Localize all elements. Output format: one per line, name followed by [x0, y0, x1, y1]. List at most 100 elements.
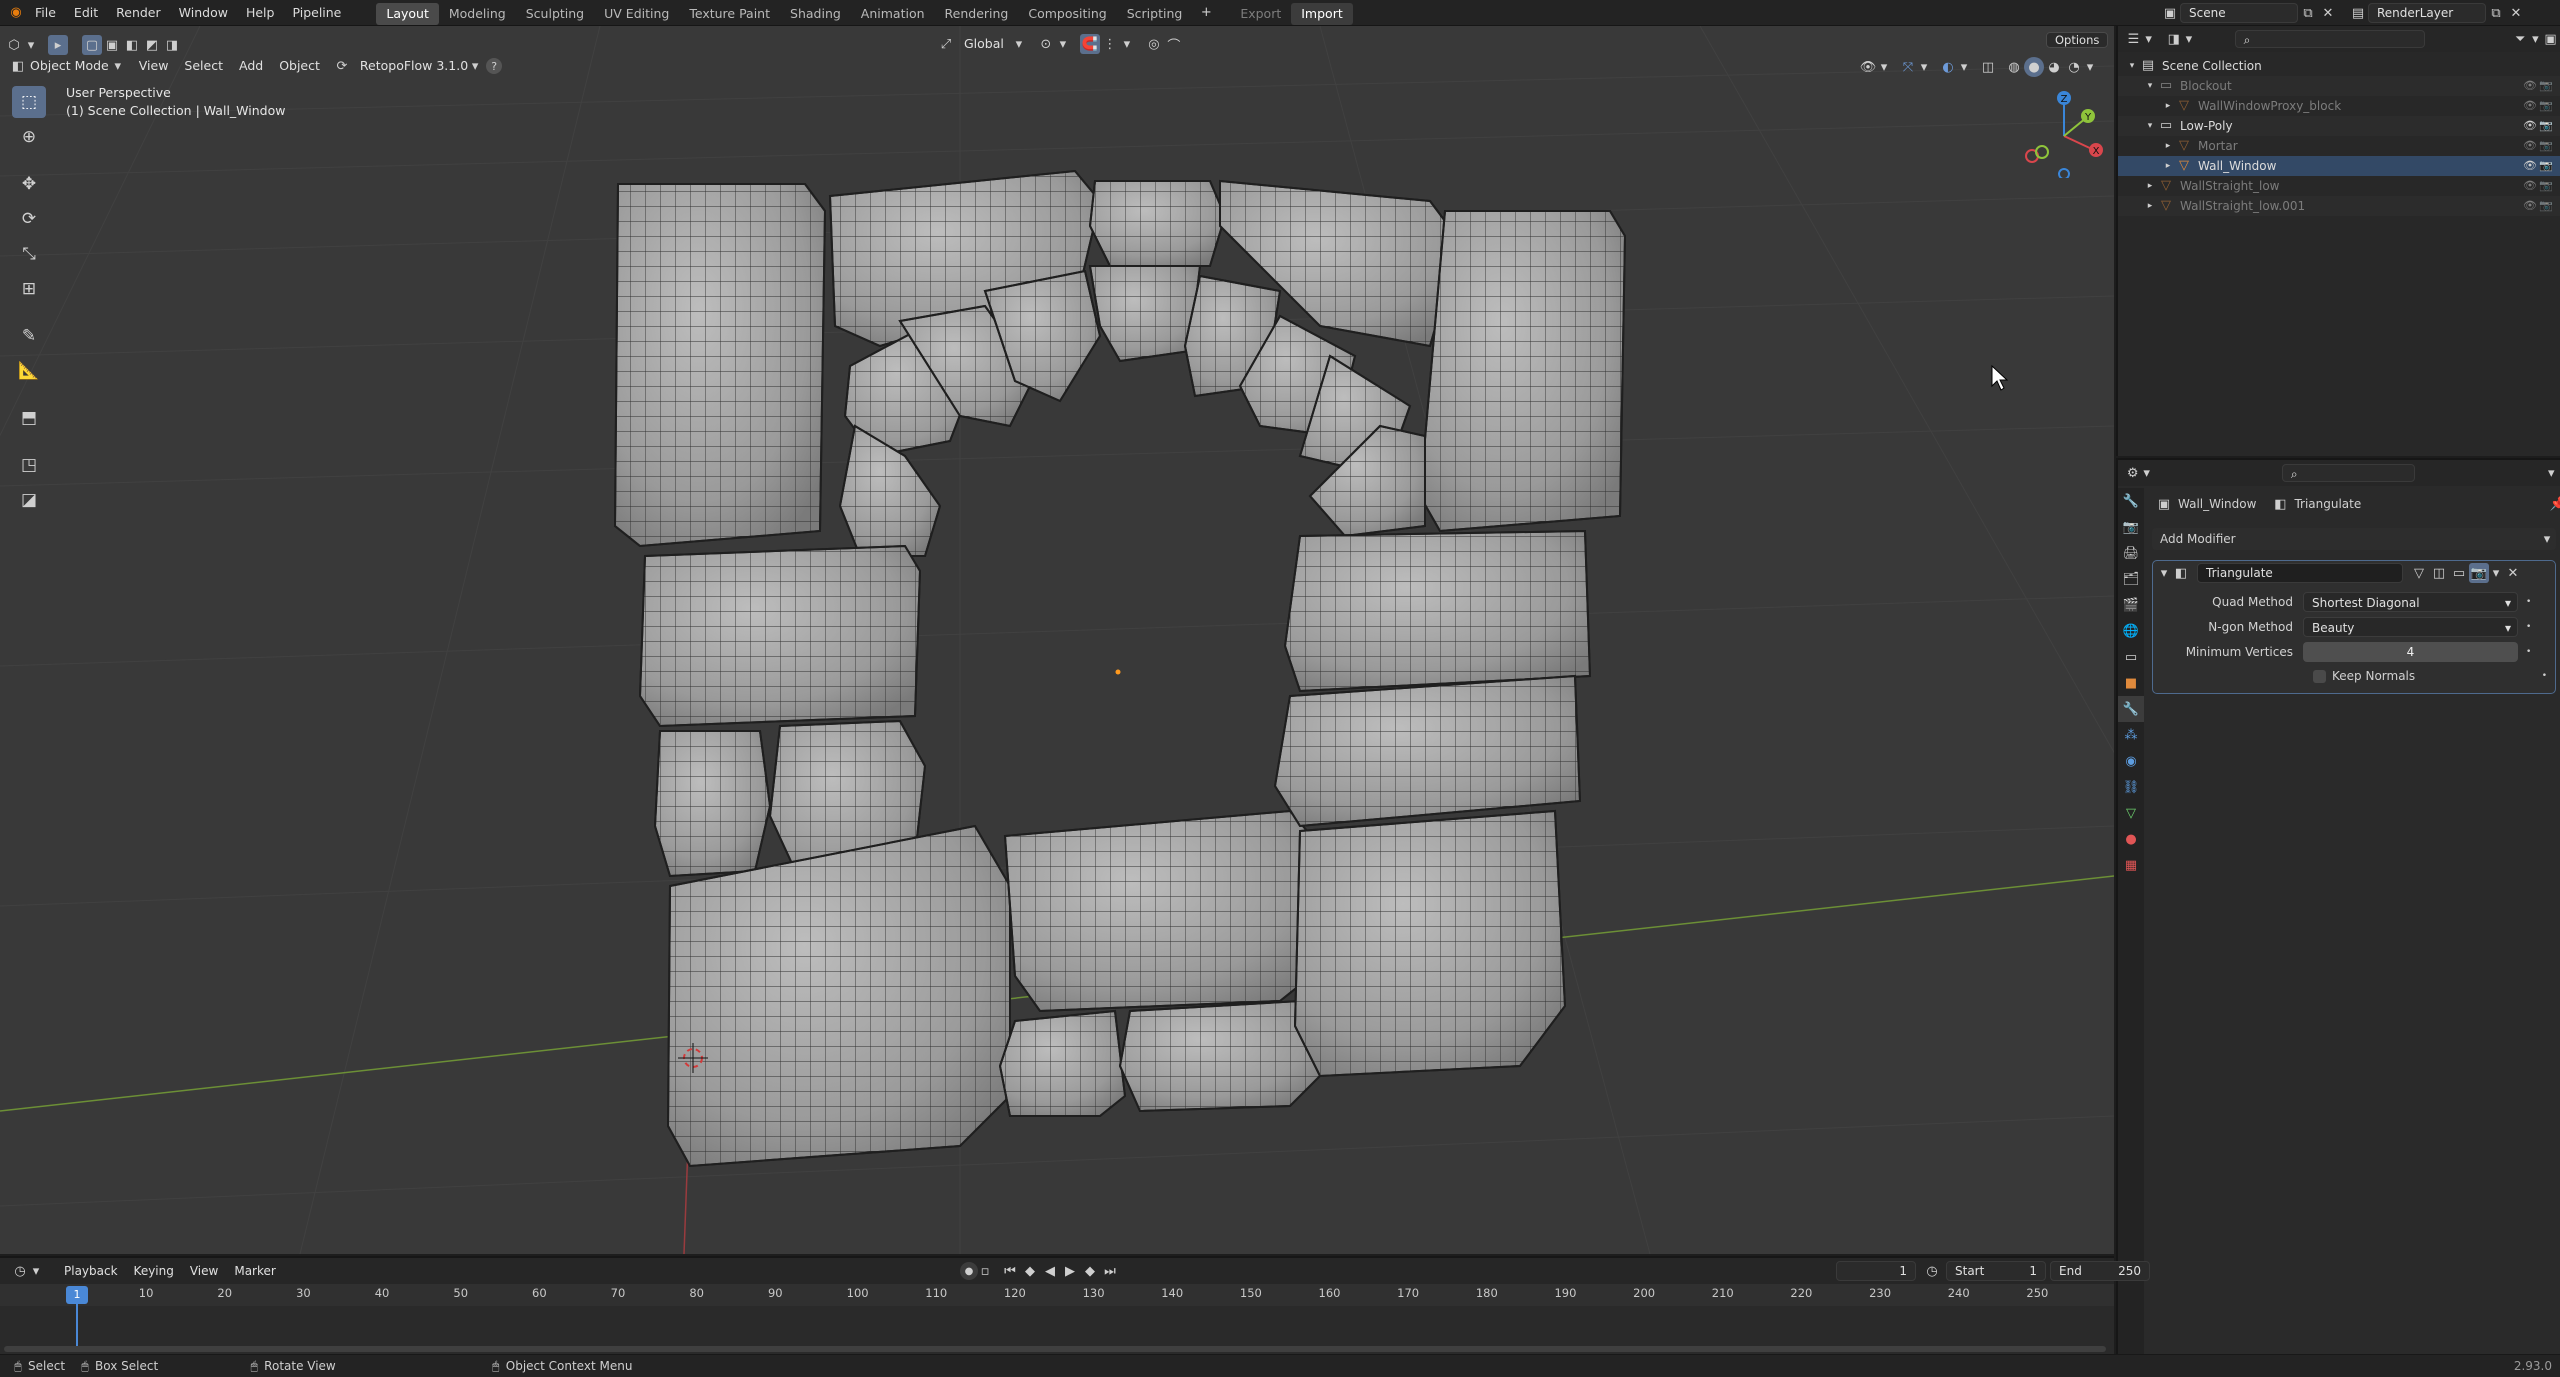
- expand-chevron-icon[interactable]: ▸: [2162, 136, 2174, 156]
- collapse-chevron-icon[interactable]: ▾: [2157, 563, 2171, 583]
- tab-layout[interactable]: Layout: [376, 2, 439, 25]
- new-collection-icon[interactable]: ▣: [2541, 29, 2560, 49]
- visibility-chevron-icon[interactable]: ▾: [1878, 57, 1890, 77]
- tab-compositing[interactable]: Compositing: [1018, 3, 1116, 25]
- filter-chevron-icon[interactable]: ▾: [2530, 29, 2541, 49]
- expand-chevron-icon[interactable]: ▾: [2144, 116, 2156, 136]
- camera-icon[interactable]: 📷: [2538, 136, 2554, 156]
- export-button[interactable]: Export: [1230, 3, 1291, 25]
- outliner-search-input[interactable]: ⌕: [2234, 30, 2425, 48]
- properties-editor-icon[interactable]: ⚙: [2124, 463, 2141, 483]
- modifier-tab-icon[interactable]: 🔧: [2118, 696, 2144, 722]
- clock-icon[interactable]: ◷: [1922, 1261, 1942, 1281]
- orientation-chevron-icon[interactable]: ▾: [1012, 34, 1026, 54]
- object-tab-icon[interactable]: ■: [2118, 670, 2144, 696]
- camera-icon[interactable]: 📷: [2538, 96, 2554, 116]
- transform-orientation-dropdown[interactable]: Global: [956, 34, 1012, 54]
- snap-target-icon[interactable]: ⋮: [1100, 34, 1120, 54]
- edit-mode-toggle-icon[interactable]: ▽: [2409, 563, 2429, 583]
- editor-type-icon[interactable]: ⬡: [4, 35, 24, 55]
- mode-chevron-icon[interactable]: ▾: [111, 56, 125, 76]
- timeline-menu-marker[interactable]: Marker: [226, 1259, 283, 1283]
- solid-shading-icon[interactable]: ●: [2024, 57, 2044, 77]
- render-tab-icon[interactable]: 📷: [2118, 514, 2144, 540]
- jump-keyframe-back-icon[interactable]: ◆: [1020, 1261, 1040, 1281]
- keyframe-dot-icon[interactable]: •: [2526, 597, 2531, 607]
- display-mode-chevron-icon[interactable]: ▾: [2183, 29, 2194, 49]
- outliner-item[interactable]: ▾ ▭ Blockout 👁 📷: [2118, 76, 2560, 96]
- retopo-tool-icon[interactable]: ◳: [12, 449, 46, 481]
- delete-layer-icon[interactable]: ✕: [2506, 3, 2526, 23]
- material-tab-icon[interactable]: ●: [2118, 826, 2144, 852]
- keep-normals-checkbox[interactable]: [2313, 669, 2326, 683]
- select-box-tool-icon[interactable]: ⬚: [12, 86, 46, 118]
- outliner-editor-chevron-icon[interactable]: ▾: [2143, 29, 2154, 49]
- rotate-tool-icon[interactable]: ⟳: [12, 203, 46, 235]
- editor-type-chevron-icon[interactable]: ▾: [24, 35, 38, 55]
- timeline-menu-view[interactable]: View: [182, 1259, 226, 1283]
- modifier-name-input[interactable]: Triangulate: [2197, 563, 2403, 583]
- scene-field[interactable]: Scene: [2180, 3, 2298, 23]
- delete-scene-icon[interactable]: ✕: [2318, 3, 2338, 23]
- timeline-editor-icon[interactable]: ◷: [10, 1261, 30, 1281]
- expand-chevron-icon[interactable]: ▸: [2162, 156, 2174, 176]
- visibility-icon[interactable]: 👁: [1858, 57, 1878, 77]
- jump-end-icon[interactable]: ⏭: [1100, 1261, 1120, 1281]
- retopo-poly-tool-icon[interactable]: ◪: [12, 484, 46, 516]
- retopoflow-chevron-icon[interactable]: ▾: [468, 56, 482, 76]
- new-layer-icon[interactable]: ⧉: [2486, 3, 2506, 23]
- eye-icon[interactable]: 👁: [2522, 156, 2538, 176]
- eye-icon[interactable]: 👁: [2522, 116, 2538, 136]
- outliner-item[interactable]: ▸ ▽ WallWindowProxy_block 👁 📷: [2118, 96, 2560, 116]
- modifier-menu-chevron-icon[interactable]: ▾: [2489, 563, 2503, 583]
- timeline-menu-keying[interactable]: Keying: [126, 1259, 182, 1283]
- viewport-menu-select[interactable]: Select: [176, 54, 231, 78]
- select-dropdown[interactable]: Shortest Diagonal ▾: [2303, 591, 2518, 612]
- menu-pipeline[interactable]: Pipeline: [283, 0, 350, 26]
- current-frame-field[interactable]: 1: [1836, 1261, 1916, 1281]
- add-cube-tool-icon[interactable]: ⬒: [12, 402, 46, 434]
- end-frame-field[interactable]: End 250: [2050, 1261, 2150, 1281]
- timeline-menu-playback[interactable]: Playback: [56, 1259, 126, 1283]
- eye-icon[interactable]: 👁: [2522, 96, 2538, 116]
- menu-help[interactable]: Help: [237, 0, 284, 26]
- expand-chevron-icon[interactable]: ▸: [2144, 176, 2156, 196]
- menu-render[interactable]: Render: [107, 0, 170, 26]
- help-icon[interactable]: ?: [486, 58, 503, 74]
- viewport-menu-view[interactable]: View: [131, 54, 177, 78]
- physics-tab-icon[interactable]: ◉: [2118, 748, 2144, 774]
- tool-tab-icon[interactable]: 🔧: [2118, 488, 2144, 514]
- navigation-gizmo[interactable]: Z X Y: [2016, 86, 2108, 178]
- 3d-viewport[interactable]: ⬡ ▾ ▸ ▢ ▣ ◧ ◩ ◨ ⤢ Global ▾ ⊙ ▾ 🧲 ⋮ ▾ ◎ ⌒…: [0, 26, 2114, 1254]
- pin-icon[interactable]: 📌: [2548, 494, 2560, 514]
- gizmo-chevron-icon[interactable]: ▾: [1918, 57, 1930, 77]
- filter-icon[interactable]: ⏷: [2511, 29, 2530, 49]
- eye-icon[interactable]: 👁: [2522, 176, 2538, 196]
- xray-icon[interactable]: ◫: [1978, 57, 1998, 77]
- falloff-icon[interactable]: ⌒: [1164, 34, 1184, 54]
- scene-tab-icon[interactable]: 🎬: [2118, 592, 2144, 618]
- pivot-icon[interactable]: ⊙: [1036, 34, 1056, 54]
- properties-options-chevron-icon[interactable]: ▾: [2543, 463, 2560, 483]
- annotate-tool-icon[interactable]: ✎: [12, 320, 46, 352]
- mode-dropdown[interactable]: Object Mode: [28, 54, 117, 78]
- outliner-item[interactable]: ▸ ▽ WallStraight_low 👁 📷: [2118, 176, 2560, 196]
- camera-icon[interactable]: 📷: [2538, 76, 2554, 96]
- render-toggle-icon[interactable]: 📷: [2469, 563, 2489, 583]
- viewport-toggle-icon[interactable]: ▭: [2449, 563, 2469, 583]
- outliner-item[interactable]: ▸ ▽ Wall_Window 👁 📷: [2118, 156, 2560, 176]
- wireframe-shading-icon[interactable]: ◍: [2004, 57, 2024, 77]
- move-tool-icon[interactable]: ✥: [12, 168, 46, 200]
- outliner-item[interactable]: ▾ ▭ Low-Poly 👁 📷: [2118, 116, 2560, 136]
- snap-icon[interactable]: 🧲: [1079, 34, 1100, 54]
- new-scene-icon[interactable]: ⧉: [2298, 3, 2318, 23]
- render-layer-field[interactable]: RenderLayer: [2368, 3, 2486, 23]
- proportional-edit-icon[interactable]: ◎: [1144, 34, 1164, 54]
- select-invert-icon[interactable]: ◩: [142, 35, 162, 55]
- wall-window-mesh[interactable]: [613, 169, 1627, 1168]
- tab-modeling[interactable]: Modeling: [439, 3, 516, 25]
- frame-ruler[interactable]: 1102030405060708090100110120130140150160…: [0, 1284, 2114, 1306]
- menu-edit[interactable]: Edit: [65, 0, 107, 26]
- material-shading-icon[interactable]: ◕: [2044, 57, 2064, 77]
- snap-chevron-icon[interactable]: ▾: [1120, 34, 1134, 54]
